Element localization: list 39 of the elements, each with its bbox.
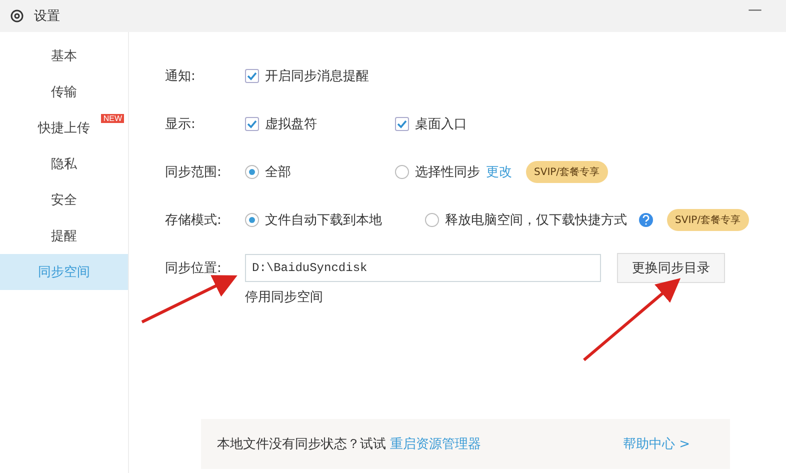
svip-tag: SVIP/套餐专享 [526,161,608,183]
option-label: 选择性同步 [415,164,480,181]
setting-label: 通知: [165,68,196,85]
settings-icon [10,9,24,23]
help-icon[interactable] [639,213,653,227]
sidebar-item[interactable]: 提醒 [0,218,128,254]
checkbox[interactable] [395,117,409,131]
option-label: 文件自动下载到本地 [265,212,382,229]
minimize-button[interactable]: — [748,2,762,18]
radio-button[interactable] [425,213,439,227]
radio-button[interactable] [245,213,259,227]
sidebar-item[interactable]: 隐私 [0,146,128,182]
checkbox[interactable] [245,69,259,83]
svip-tag: SVIP/套餐专享 [667,209,749,231]
option-label: 虚拟盘符 [265,116,317,133]
path-field[interactable]: D:\BaiduSyncdisk [245,254,601,282]
radio-button[interactable] [245,165,259,179]
setting-label: 同步位置: [165,260,222,277]
check-icon [397,119,407,129]
checkbox[interactable] [245,117,259,131]
change-directory-button[interactable]: 更换同步目录 [617,253,725,283]
setting-label: 同步范围: [165,164,222,181]
sidebar-item[interactable]: 安全 [0,182,128,218]
option-label: 桌面入口 [415,116,467,133]
sidebar-item[interactable]: 基本 [0,38,128,74]
check-icon [247,71,257,81]
sidebar-item[interactable]: 快捷上传 NEW [0,110,128,146]
sidebar-item[interactable]: 传输 [0,74,128,110]
option-label: 开启同步消息提醒 [265,68,369,85]
setting-label: 显示: [165,116,196,133]
radio-button[interactable] [395,165,409,179]
disable-sync-link[interactable]: 停用同步空间 [245,288,786,306]
tip-text: 本地文件没有同步状态？试试 [217,436,386,453]
check-icon [247,119,257,129]
new-badge: NEW [101,114,124,123]
window-title: 设置 [34,8,61,25]
setting-label: 存储模式: [165,212,222,229]
option-label: 全部 [265,164,291,181]
option-label: 释放电脑空间，仅下载快捷方式 [445,212,627,229]
